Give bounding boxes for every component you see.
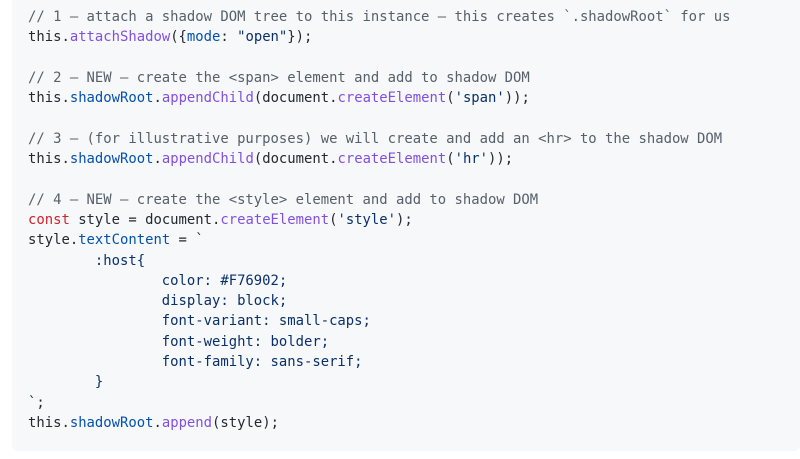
code-line: font-variant: small-caps; [28, 311, 800, 331]
code-token-plain: : [220, 29, 238, 46]
code-line: // 4 – NEW – create the <style> element … [28, 190, 800, 210]
code-token-comment: // 4 – NEW – create the <style> element … [28, 191, 539, 208]
code-line: // 2 – NEW – create the <span> element a… [28, 68, 800, 88]
code-token-plain: this. [28, 90, 70, 107]
code-token-keyword: const [28, 211, 70, 228]
code-line: font-family: sans-serif; [28, 352, 800, 372]
code-line: font-weight: bolder; [28, 332, 800, 352]
code-token-plain: )); [504, 90, 530, 107]
code-token-plain: style. [28, 232, 79, 249]
code-line: this.shadowRoot.append(style); [28, 413, 800, 433]
code-token-plain: this. [28, 29, 70, 46]
code-line: const style = document.createElement('st… [28, 210, 800, 230]
code-line: ​ [28, 108, 800, 128]
code-token-plain: . [153, 151, 162, 168]
code-line: display: block; [28, 291, 800, 311]
code-token-plain: = [170, 232, 196, 249]
code-token-plain: ( [446, 151, 455, 168]
code-token-prop: mode [186, 29, 221, 46]
code-token-string: } [28, 374, 104, 391]
code-line: // 1 – attach a shadow DOM tree to this … [28, 7, 800, 27]
code-token-prop: shadowRoot [69, 90, 154, 107]
code-line: } [28, 372, 800, 392]
code-token-plain: )); [488, 151, 514, 168]
code-token-plain: ); [396, 211, 413, 228]
code-token-string: 'style' [337, 211, 397, 228]
code-line: this.attachShadow({mode: "open"}); [28, 27, 800, 47]
code-token-string: font-family: sans-serif; [28, 354, 363, 371]
code-line: this.shadowRoot.appendChild(document.cre… [28, 149, 800, 169]
code-token-func: attachShadow [69, 29, 171, 46]
code-token-string: ` [195, 232, 204, 249]
code-token-string: color: #F76902; [28, 272, 288, 289]
code-token-func: appendChild [161, 90, 254, 107]
code-token-func: appendChild [161, 151, 254, 168]
code-token-plain: ( [446, 90, 455, 107]
code-token-plain: this. [28, 151, 70, 168]
code-token-comment: // 2 – NEW – create the <span> element a… [28, 69, 530, 86]
code-line: // 3 – (for illustrative purposes) we wi… [28, 129, 800, 149]
code-token-string: display: block; [28, 293, 288, 310]
code-token-plain: (document. [253, 151, 338, 168]
code-token-plain: (document. [253, 90, 338, 107]
code-token-string: 'span' [454, 90, 505, 107]
code-token-prop: shadowRoot [69, 151, 154, 168]
code-token-comment: // 1 – attach a shadow DOM tree to this … [28, 9, 731, 25]
code-token-plain: (style); [212, 414, 279, 431]
code-line: this.shadowRoot.appendChild(document.cre… [28, 88, 800, 108]
code-token-func: createElement [220, 211, 330, 228]
code-token-string: 'hr' [454, 151, 489, 168]
code-token-plain: . [153, 414, 162, 431]
code-line: `; [28, 393, 800, 413]
code-token-plain: style = document. [69, 211, 221, 228]
code-content: // 1 – attach a shadow DOM tree to this … [28, 7, 800, 433]
code-token-comment: // 3 – (for illustrative purposes) we wi… [28, 130, 723, 147]
code-token-func: createElement [337, 90, 447, 107]
code-line: style.textContent = ` [28, 230, 800, 250]
code-line: color: #F76902; [28, 271, 800, 291]
code-token-string: :host{ [28, 252, 146, 269]
code-token-func: createElement [337, 151, 447, 168]
code-token-plain: this. [28, 414, 70, 431]
code-token-string: font-weight: bolder; [28, 333, 330, 350]
code-token-plain: ({ [170, 29, 187, 46]
code-line: ​ [28, 48, 800, 68]
code-block: // 1 – attach a shadow DOM tree to this … [12, 0, 800, 451]
code-token-string: "open" [237, 29, 288, 46]
code-token-prop: textContent [78, 232, 171, 249]
code-token-plain: ; [36, 394, 45, 411]
code-line: :host{ [28, 251, 800, 271]
code-token-prop: shadowRoot [69, 414, 154, 431]
code-token-string: font-variant: small-caps; [28, 313, 371, 330]
code-token-plain: . [153, 90, 162, 107]
code-token-plain: }); [287, 29, 313, 46]
code-token-func: append [161, 414, 213, 431]
code-line: ​ [28, 169, 800, 189]
